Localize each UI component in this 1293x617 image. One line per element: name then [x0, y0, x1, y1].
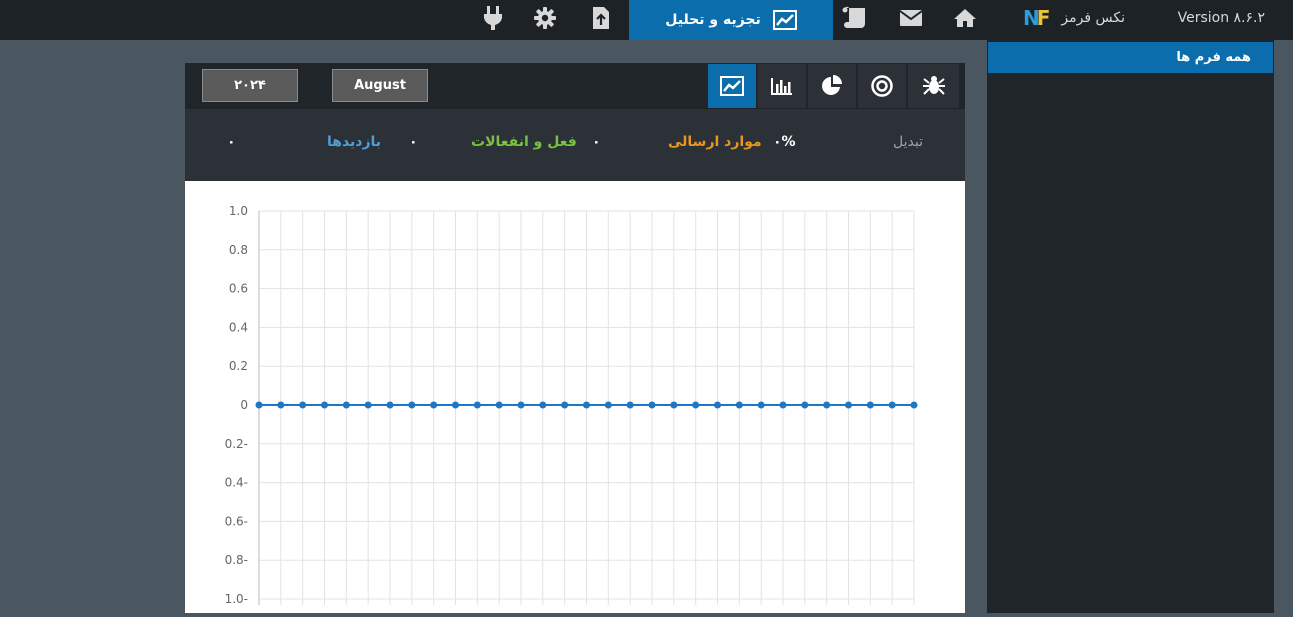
- y-tick-label: 0.6: [229, 282, 248, 296]
- debug-button[interactable]: [907, 64, 959, 108]
- data-point: [539, 401, 547, 409]
- chart-toolbar: ۲۰۲۴ August: [185, 63, 965, 109]
- envelope-icon[interactable]: [896, 4, 926, 32]
- data-point: [364, 401, 372, 409]
- line-chart-icon: [720, 76, 744, 96]
- conversion-value: ۰%: [773, 134, 796, 150]
- chart-area: 1.0 0.8 0.6 0.4 0.2 0 0.2- 0.4- 0.6- 0.8- 1.0-: [185, 181, 965, 613]
- spider-icon: [922, 76, 945, 95]
- data-point: [692, 401, 700, 409]
- data-point: [386, 401, 394, 409]
- data-point: [779, 401, 787, 409]
- y-tick-label: 0.8: [229, 243, 248, 257]
- data-point: [299, 401, 307, 409]
- data-point: [845, 401, 852, 409]
- bar-chart-button[interactable]: [757, 64, 806, 108]
- data-point: [561, 401, 569, 409]
- data-point: [888, 401, 896, 409]
- scroll-icon[interactable]: [840, 4, 870, 32]
- target-button[interactable]: [857, 64, 906, 108]
- home-icon[interactable]: [950, 4, 980, 32]
- data-point: [801, 401, 809, 409]
- data-point: [342, 401, 350, 409]
- target-icon: [871, 75, 893, 97]
- pie-chart-icon: [822, 75, 842, 95]
- brand-name: نکس فرمز: [1061, 10, 1125, 26]
- sidebar: همه فرم ها: [987, 40, 1274, 613]
- data-point: [910, 401, 918, 409]
- data-point: [517, 401, 525, 409]
- submissions-label: موارد ارسالی: [668, 134, 762, 150]
- views-label: بازدیدها: [327, 134, 382, 150]
- conversion-label: تبدیل: [893, 134, 923, 150]
- bar-chart-icon: [771, 78, 792, 95]
- pie-chart-button[interactable]: [807, 64, 856, 108]
- brand[interactable]: نکس فرمز NF: [1023, 0, 1125, 36]
- y-tick-label: 0.4: [229, 320, 248, 334]
- y-tick-label: 1.0-: [225, 592, 248, 606]
- data-point: [495, 401, 503, 409]
- data-point: [255, 401, 263, 409]
- data-point: [866, 401, 874, 409]
- data-point: [735, 401, 743, 409]
- y-tick-label: 0.6-: [225, 514, 248, 528]
- data-point: [604, 401, 612, 409]
- y-tick-label: 0.8-: [225, 553, 248, 567]
- version-label: Version ۸.۶.۲: [1177, 10, 1265, 26]
- chart-line-icon: [772, 10, 797, 30]
- views-value: ۰: [227, 134, 236, 150]
- y-tick-label: 1.0: [229, 204, 248, 218]
- data-point: [714, 401, 721, 409]
- data-point: [277, 401, 285, 409]
- plugin-icon[interactable]: [478, 4, 508, 32]
- data-point: [452, 401, 459, 409]
- data-point: [670, 401, 678, 409]
- data-point: [648, 401, 656, 409]
- file-upload-icon[interactable]: [586, 4, 616, 32]
- line-chart: 1.0 0.8 0.6 0.4 0.2 0 0.2- 0.4- 0.6- 0.8- 1.0-: [225, 204, 918, 606]
- y-tick-label: 0.2-: [225, 437, 248, 451]
- top-bar: Version ۸.۶.۲ نکس فرمز NF تجزیه و تحلیل: [0, 0, 1293, 40]
- submissions-value: ۰: [592, 134, 601, 150]
- interactions-value: ۰: [409, 134, 418, 150]
- stats-bar: تبدیل ۰% موارد ارسالی ۰ فعل و انفعالات ۰…: [185, 109, 965, 181]
- year-select[interactable]: ۲۰۲۴: [202, 69, 298, 102]
- tab-analytics-label: تجزیه و تحلیل: [665, 12, 761, 28]
- sidebar-item-all-forms[interactable]: همه فرم ها: [988, 42, 1273, 73]
- y-tick-label: 0.2: [229, 359, 248, 373]
- line-chart-button[interactable]: [707, 64, 756, 108]
- interactions-label: فعل و انفعالات: [471, 134, 577, 150]
- y-tick-label: 0: [240, 398, 248, 412]
- data-point: [473, 401, 481, 409]
- gear-icon[interactable]: [530, 4, 560, 32]
- data-point: [757, 401, 765, 409]
- data-point: [823, 401, 831, 409]
- y-tick-label: 0.4-: [225, 476, 248, 490]
- data-point: [321, 401, 328, 409]
- nf-logo: NF: [1023, 6, 1050, 30]
- data-point: [583, 401, 590, 409]
- month-select[interactable]: August: [332, 69, 428, 102]
- tab-analytics[interactable]: تجزیه و تحلیل: [629, 0, 833, 40]
- data-point: [408, 401, 416, 409]
- data-point: [626, 401, 634, 409]
- data-point: [430, 401, 438, 409]
